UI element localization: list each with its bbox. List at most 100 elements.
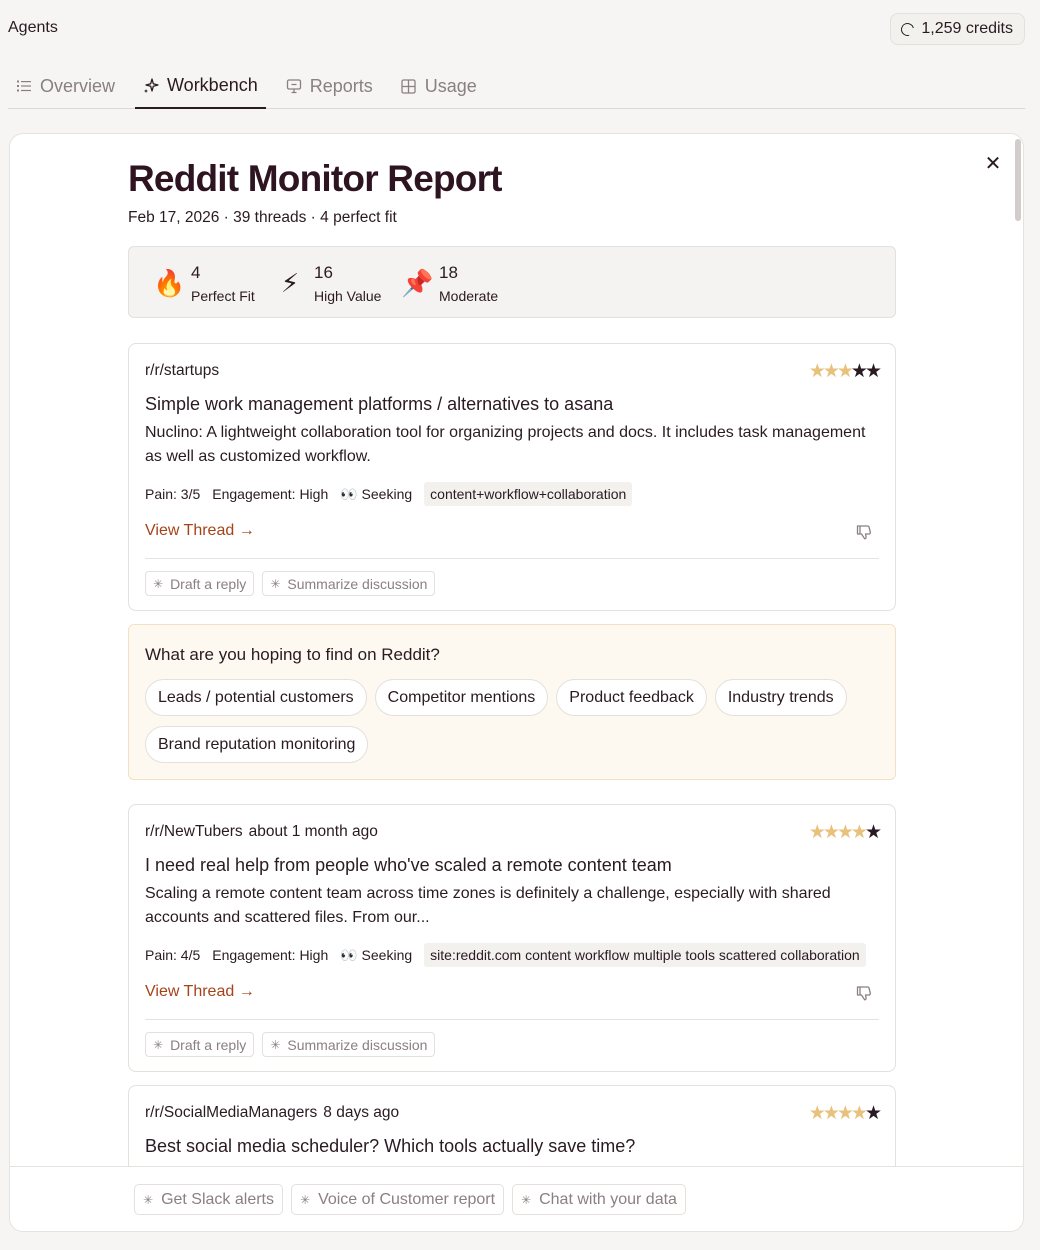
star-filled-icon: ★: [808, 1103, 826, 1124]
top-bar: Agents 1,259 credits: [0, 0, 1040, 56]
sparkles-icon: [143, 77, 159, 94]
stat-label: High Value: [314, 287, 382, 304]
chat-data-label: Chat with your data: [539, 1190, 677, 1208]
option-competitor-mentions[interactable]: Competitor mentions: [374, 679, 549, 716]
pushpin-icon: 📌: [401, 267, 434, 298]
star-filled-icon: ★: [808, 822, 826, 843]
view-thread-link[interactable]: View Thread →: [145, 983, 255, 1001]
summarize-label: Summarize discussion: [287, 575, 428, 592]
view-thread-link[interactable]: View Thread →: [145, 522, 255, 540]
draft-reply-button[interactable]: ✳ Draft a reply: [145, 1032, 255, 1057]
fire-icon: 🔥: [153, 267, 186, 298]
survey-options: Leads / potential customers Competitor m…: [145, 679, 881, 763]
star-filled-icon: ★: [836, 822, 854, 843]
tab-overview-label: Overview: [40, 75, 116, 96]
presentation-icon: [286, 78, 302, 94]
credits-badge[interactable]: 1,259 credits: [890, 13, 1025, 45]
draft-reply-label: Draft a reply: [170, 1036, 247, 1053]
voc-report-button[interactable]: ✳ Voice of Customer report: [291, 1184, 505, 1215]
reddit-goal-survey: What are you hoping to find on Reddit? L…: [128, 624, 896, 780]
summarize-label: Summarize discussion: [287, 1036, 428, 1053]
thumbs-down-icon[interactable]: [855, 523, 875, 543]
engagement-level: Engagement: High: [212, 947, 329, 963]
thread-title[interactable]: Simple work management platforms / alter…: [145, 394, 613, 415]
option-industry-trends[interactable]: Industry trends: [714, 679, 847, 716]
rating-stars: ★★★★★: [808, 821, 882, 844]
pain-score: Pain: 4/5: [145, 947, 201, 963]
thread-meta: Pain: 3/5 Engagement: High 👀 Seeking con…: [145, 482, 633, 506]
thumbs-down-icon[interactable]: [855, 984, 875, 1004]
chat-with-data-button[interactable]: ✳ Chat with your data: [512, 1184, 686, 1215]
star-filled-icon: ★: [808, 361, 826, 382]
stat-moderate: 📌 18 Moderate: [401, 247, 498, 319]
stat-label: Perfect Fit: [191, 287, 255, 304]
card-actions: ✳ Draft a reply ✳ Summarize discussion: [145, 571, 436, 596]
post-age: about 1 month ago: [248, 823, 378, 840]
tab-workbench[interactable]: Workbench: [135, 64, 266, 109]
thread-title[interactable]: I need real help from people who've scal…: [145, 855, 672, 876]
rating-stars: ★★★★★: [808, 1102, 882, 1125]
report-meta: Feb 17, 2026 · 39 threads · 4 perfect fi…: [128, 209, 397, 226]
stat-perfect-fit: 🔥 4 Perfect Fit: [153, 247, 255, 319]
subreddit-label: r/r/NewTubers about 1 month ago: [145, 823, 378, 841]
sparkle-icon: ✳: [153, 1037, 164, 1052]
stats-summary: 🔥 4 Perfect Fit ⚡ 16 High Value 📌 18 Mod…: [128, 246, 896, 318]
star-filled-icon: ★: [822, 822, 840, 843]
summarize-discussion-button[interactable]: ✳ Summarize discussion: [262, 571, 436, 596]
option-product-feedback[interactable]: Product feedback: [556, 679, 707, 716]
star-filled-icon: ★: [836, 1103, 854, 1124]
sparkle-icon: ✳: [270, 1037, 281, 1052]
subreddit-name: r/r/NewTubers: [145, 823, 243, 840]
sparkle-icon: ✳: [270, 576, 281, 591]
sparkle-icon: ✳: [143, 1192, 154, 1207]
stat-value: 18: [439, 262, 458, 282]
star-filled-icon: ★: [836, 361, 854, 382]
intent-badge: 👀 Seeking: [340, 946, 413, 963]
stat-high-value: ⚡ 16 High Value: [276, 247, 382, 319]
voc-report-label: Voice of Customer report: [318, 1190, 496, 1208]
star-empty-icon: ★: [864, 1103, 882, 1124]
option-leads[interactable]: Leads / potential customers: [145, 679, 367, 716]
query-tag: content+workflow+collaboration: [424, 482, 633, 506]
card-actions: ✳ Draft a reply ✳ Summarize discussion: [145, 1032, 436, 1057]
draft-reply-button[interactable]: ✳ Draft a reply: [145, 571, 255, 596]
report-panel: ✕ Reddit Monitor Report Feb 17, 2026 · 3…: [9, 133, 1024, 1232]
thread-excerpt: Scaling a remote content team across tim…: [145, 885, 831, 926]
star-empty-icon: ★: [864, 361, 882, 382]
close-icon[interactable]: ✕: [983, 154, 1003, 174]
scrollbar[interactable]: [1015, 139, 1021, 221]
thread-title[interactable]: Best social media scheduler? Which tools…: [145, 1136, 635, 1157]
slack-alerts-label: Get Slack alerts: [161, 1190, 274, 1208]
engagement-level: Engagement: High: [212, 486, 329, 502]
slack-alerts-button[interactable]: ✳ Get Slack alerts: [134, 1184, 283, 1215]
draft-reply-label: Draft a reply: [170, 575, 247, 592]
option-brand-reputation[interactable]: Brand reputation monitoring: [145, 726, 369, 763]
tab-overview[interactable]: Overview: [8, 64, 123, 108]
stat-value: 4: [191, 262, 201, 282]
sparkle-icon: ✳: [300, 1192, 311, 1207]
star-filled-icon: ★: [822, 1103, 840, 1124]
tab-usage[interactable]: Usage: [393, 64, 485, 108]
intent-badge: 👀 Seeking: [340, 485, 413, 502]
subreddit-label: r/r/SocialMediaManagers 8 days ago: [145, 1104, 399, 1122]
credits-label: 1,259 credits: [921, 20, 1013, 37]
list-icon: [16, 78, 32, 94]
tab-reports-label: Reports: [309, 75, 373, 96]
tab-reports[interactable]: Reports: [278, 64, 381, 108]
app-title: Agents: [8, 19, 58, 36]
subreddit-name: r/r/SocialMediaManagers: [145, 1104, 318, 1121]
subreddit-label: r/r/startups: [145, 362, 220, 379]
summarize-discussion-button[interactable]: ✳ Summarize discussion: [262, 1032, 436, 1057]
star-empty-icon: ★: [864, 822, 882, 843]
lightning-icon: ⚡: [280, 267, 300, 298]
card-divider: [145, 558, 879, 559]
star-empty-icon: ★: [850, 361, 868, 382]
stat-label: Moderate: [439, 287, 499, 304]
thread-card: r/r/NewTubers about 1 month ago ★★★★★ I n…: [128, 804, 896, 1072]
tab-usage-label: Usage: [424, 75, 477, 96]
footer-actions: ✳ Get Slack alerts ✳ Voice of Customer rep…: [134, 1184, 686, 1215]
card-divider: [145, 1019, 879, 1020]
report-title: Reddit Monitor Report: [128, 158, 503, 199]
star-filled-icon: ★: [822, 361, 840, 382]
pain-score: Pain: 3/5: [145, 486, 201, 502]
